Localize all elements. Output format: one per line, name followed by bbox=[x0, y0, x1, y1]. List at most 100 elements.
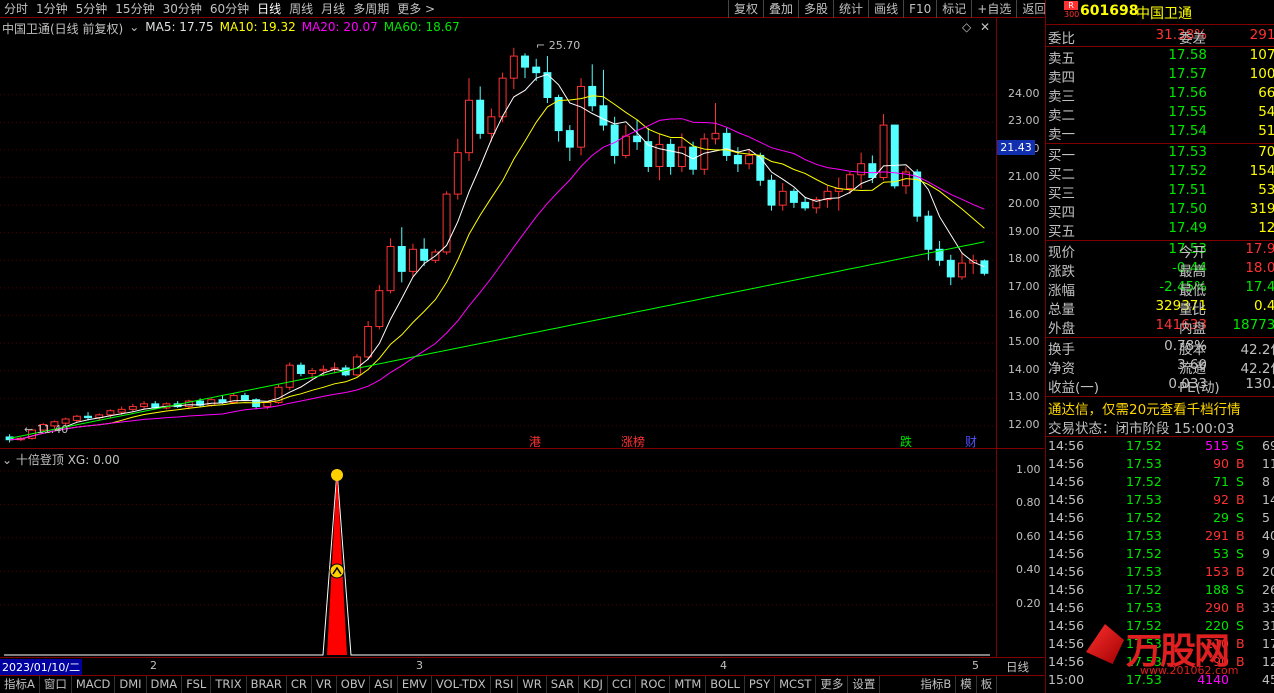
marker-hk[interactable]: 港 bbox=[529, 433, 541, 450]
stat-row: 总量329371量比0.45 bbox=[1048, 298, 1274, 318]
ask-row[interactable]: 卖五 17.58 1073 bbox=[1048, 47, 1274, 67]
tick-row: 14:56 17.52 188 S 26 bbox=[1048, 582, 1274, 600]
ask-row[interactable]: 卖三 17.56 667 bbox=[1048, 85, 1274, 105]
period-tab-10[interactable]: 更多 > bbox=[393, 0, 439, 17]
candlestick-chart[interactable] bbox=[0, 34, 996, 448]
indicator-tab-19[interactable]: ROC bbox=[636, 676, 671, 693]
indicator-tab-14[interactable]: RSI bbox=[491, 676, 519, 693]
tick-price: 17.52 bbox=[1126, 582, 1162, 597]
ask-price: 17.55 bbox=[1168, 104, 1207, 120]
bid-row[interactable]: 买四 17.50 3192 bbox=[1048, 201, 1274, 221]
period-tab-4[interactable]: 30分钟 bbox=[159, 0, 206, 17]
indicator-tab-25[interactable]: 设置 bbox=[848, 676, 881, 693]
bid-row[interactable]: 买三 17.51 535 bbox=[1048, 182, 1274, 202]
apple-icon bbox=[331, 469, 343, 481]
indicator-tab-8[interactable]: CR bbox=[287, 676, 312, 693]
divider bbox=[996, 18, 997, 658]
stat2-row-c: 流通 bbox=[1179, 361, 1206, 377]
indicator-tab-16[interactable]: SAR bbox=[547, 676, 580, 693]
toolbar-button-3[interactable]: 统计 bbox=[833, 0, 868, 18]
candle bbox=[364, 321, 373, 360]
marker-drop[interactable]: 跌 bbox=[900, 433, 912, 450]
indicator-tab-22[interactable]: PSY bbox=[745, 676, 776, 693]
ask-row[interactable]: 卖一 17.54 513 bbox=[1048, 123, 1274, 143]
toolbar-button-1[interactable]: 叠加 bbox=[763, 0, 798, 18]
indicator-tab-17[interactable]: KDJ bbox=[579, 676, 608, 693]
toolbar-button-4[interactable]: 画线 bbox=[868, 0, 903, 18]
price-tick-1: 23.00 bbox=[1008, 114, 1040, 128]
tick-time: 14:56 bbox=[1048, 600, 1085, 615]
indicator-tab-0[interactable]: 指标A bbox=[0, 676, 40, 693]
site-logo: 万股网 www.201062.com bbox=[1086, 620, 1246, 682]
period-tab-1[interactable]: 1分钟 bbox=[32, 0, 72, 17]
candle bbox=[666, 138, 675, 175]
toolbar-button-6[interactable]: 标记 bbox=[936, 0, 971, 18]
period-tab-7[interactable]: 周线 bbox=[285, 0, 317, 17]
indicator-tab-28[interactable]: 板 bbox=[977, 676, 998, 693]
toolbar-button-5[interactable]: F10 bbox=[903, 0, 936, 18]
period-tab-8[interactable]: 月线 bbox=[317, 0, 349, 17]
candle bbox=[577, 78, 586, 156]
indicator-tab-26[interactable]: 指标B bbox=[916, 676, 957, 693]
ma60-line bbox=[9, 241, 985, 439]
bid-row[interactable]: 买五 17.49 124 bbox=[1048, 220, 1274, 240]
period-tab-5[interactable]: 60分钟 bbox=[206, 0, 253, 17]
stat-row-d: 187738 bbox=[1232, 317, 1274, 333]
promo-link[interactable]: 通达信，仅需20元查看千档行情 bbox=[1048, 398, 1274, 418]
indicator-tab-15[interactable]: WR bbox=[518, 676, 547, 693]
indicator-chart[interactable] bbox=[0, 449, 996, 657]
indicator-tab-10[interactable]: OBV bbox=[337, 676, 371, 693]
tick-side: S bbox=[1236, 510, 1244, 525]
tick-side: S bbox=[1236, 582, 1244, 597]
toolbar-button-7[interactable]: +自选 bbox=[971, 0, 1016, 18]
indicator-tab-7[interactable]: BRAR bbox=[247, 676, 287, 693]
close-icon[interactable]: ✕ bbox=[980, 20, 990, 34]
tick-count: 9 bbox=[1262, 546, 1270, 561]
stock-code: 601698 bbox=[1080, 3, 1139, 19]
bid-row[interactable]: 买二 17.52 1545 bbox=[1048, 163, 1274, 183]
indicator-tab-5[interactable]: FSL bbox=[182, 676, 212, 693]
indicator-tab-9[interactable]: VR bbox=[312, 676, 337, 693]
indicator-tab-18[interactable]: CCI bbox=[608, 676, 637, 693]
candle bbox=[5, 434, 14, 443]
indicator-tab-21[interactable]: BOLL bbox=[706, 676, 745, 693]
period-tab-0[interactable]: 分时 bbox=[0, 0, 32, 17]
price-tick-12: 12.00 bbox=[1008, 417, 1040, 431]
indicator-tab-13[interactable]: VOL-TDX bbox=[432, 676, 491, 693]
ask-row[interactable]: 卖二 17.55 544 bbox=[1048, 104, 1274, 124]
period-tab-2[interactable]: 5分钟 bbox=[72, 0, 112, 17]
period-tab-9[interactable]: 多周期 bbox=[349, 0, 393, 17]
tick-volume: 90 bbox=[1213, 456, 1229, 471]
indicator-tab-27[interactable]: 模 bbox=[956, 676, 977, 693]
bid-volume: 1545 bbox=[1249, 163, 1274, 179]
indicator-tab-12[interactable]: EMV bbox=[398, 676, 432, 693]
indicator-tab-1[interactable]: 窗口 bbox=[40, 676, 72, 693]
candle bbox=[498, 72, 507, 123]
bid-row[interactable]: 买一 17.53 706 bbox=[1048, 144, 1274, 164]
candle bbox=[140, 401, 149, 410]
candle bbox=[397, 227, 406, 283]
indicator-tab-23[interactable]: MCST bbox=[775, 676, 817, 693]
ask-row[interactable]: 卖四 17.57 1006 bbox=[1048, 66, 1274, 86]
tick-volume: 29 bbox=[1213, 510, 1229, 525]
diamond-icon[interactable]: ◇ bbox=[962, 20, 971, 34]
indicator-tab-2[interactable]: MACD bbox=[72, 676, 116, 693]
indicator-tab-20[interactable]: MTM bbox=[670, 676, 707, 693]
tick-side: S bbox=[1236, 474, 1244, 489]
weibi-row-c: 委差 bbox=[1179, 31, 1206, 47]
indicator-tab-4[interactable]: DMA bbox=[147, 676, 183, 693]
period-tab-6[interactable]: 日线 bbox=[253, 0, 285, 17]
toolbar-button-0[interactable]: 复权 bbox=[728, 0, 763, 18]
bid-label: 买四 bbox=[1048, 205, 1075, 221]
period-label[interactable]: 日线 bbox=[1006, 659, 1029, 675]
stat2-row-d: 130.9 bbox=[1245, 376, 1274, 392]
indicator-tab-3[interactable]: DMI bbox=[115, 676, 147, 693]
period-tab-3[interactable]: 15分钟 bbox=[111, 0, 158, 17]
marker-top-gainer[interactable]: 涨榜 bbox=[621, 433, 645, 450]
indicator-tab-24[interactable]: 更多 bbox=[816, 676, 849, 693]
indicator-tab-6[interactable]: TRIX bbox=[211, 676, 247, 693]
indicator-tab-11[interactable]: ASI bbox=[370, 676, 398, 693]
toolbar-button-2[interactable]: 多股 bbox=[798, 0, 833, 18]
marker-finance[interactable]: 财 bbox=[965, 433, 977, 450]
ask-price: 17.57 bbox=[1168, 66, 1207, 82]
